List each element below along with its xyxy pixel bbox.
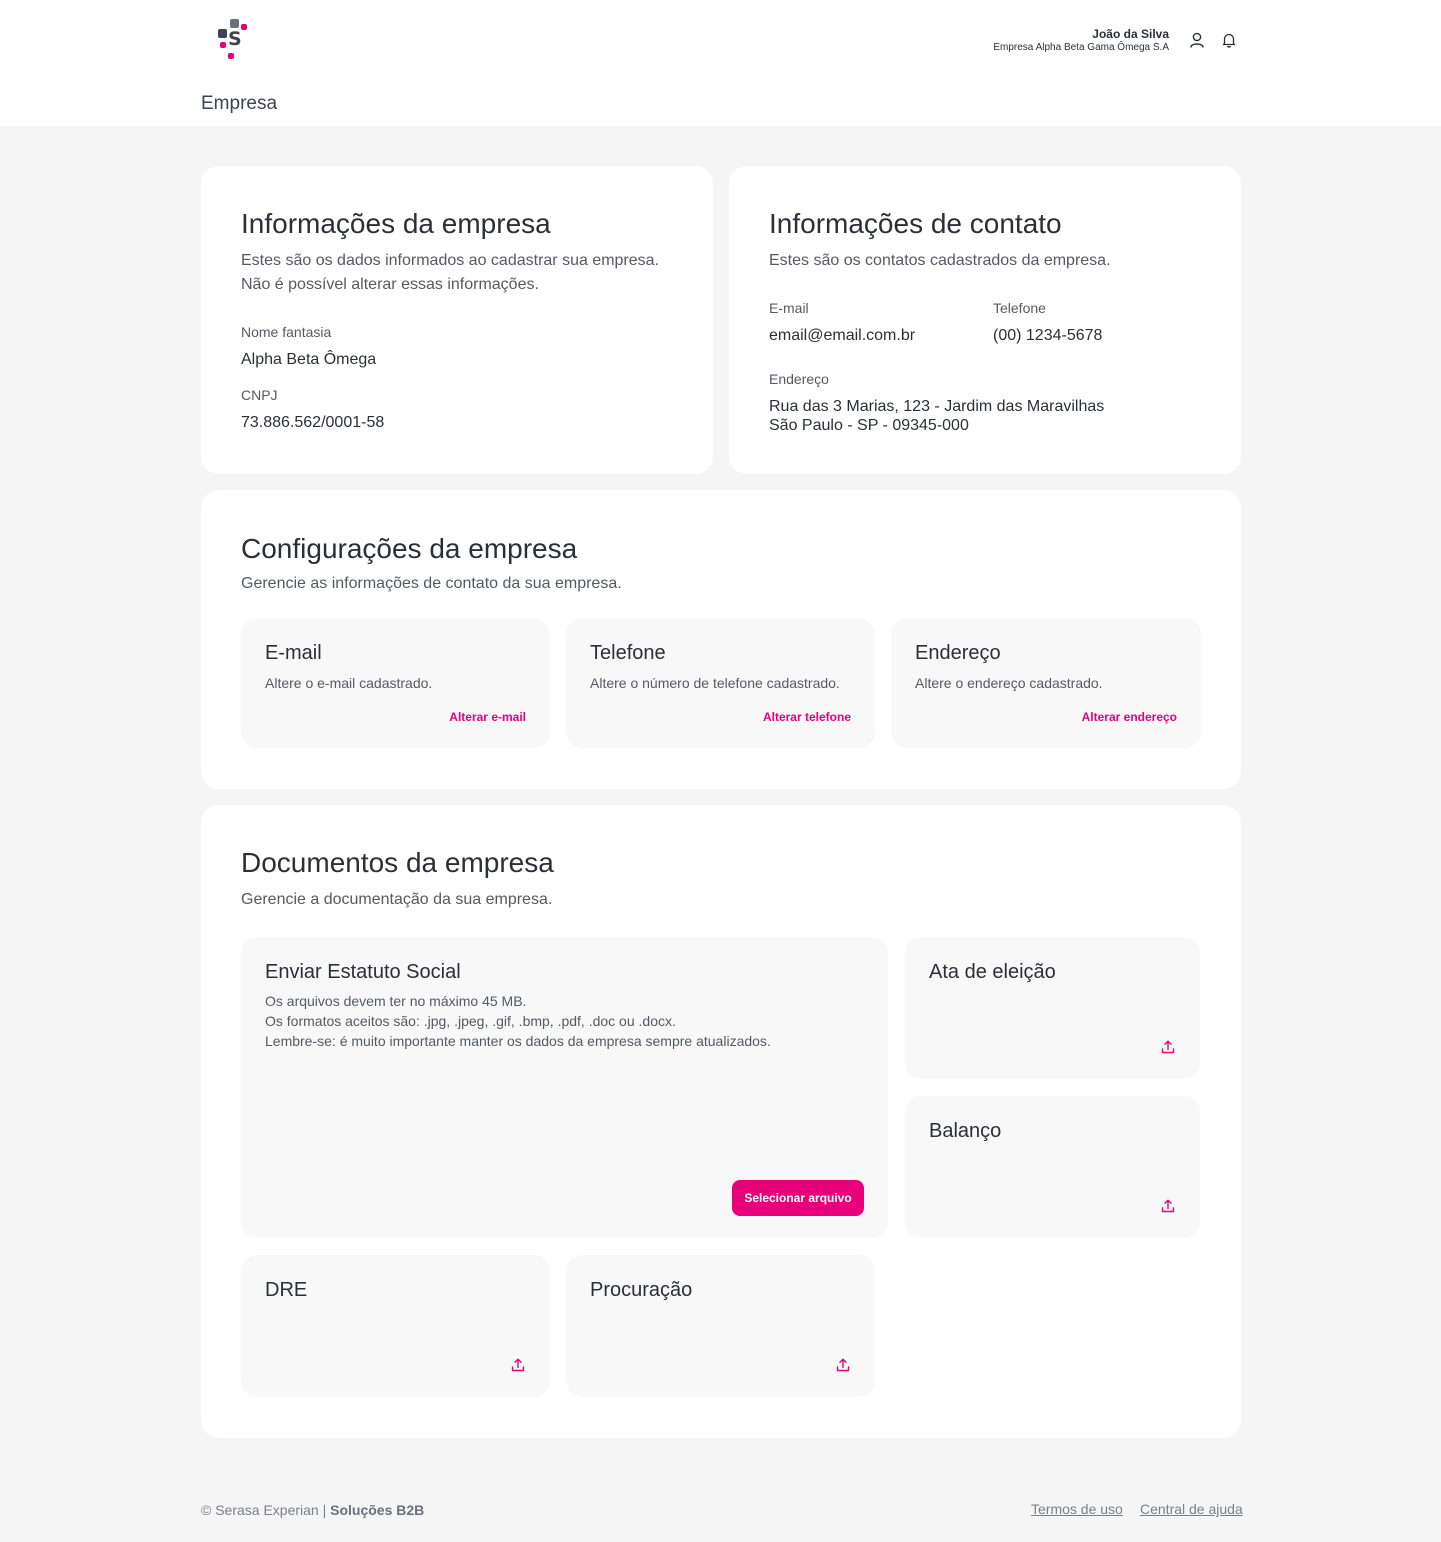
upload-icon[interactable]	[1160, 1198, 1176, 1214]
settings-phone-title: Telefone	[590, 642, 666, 664]
upload-icon[interactable]	[510, 1357, 526, 1373]
logo-square	[230, 19, 239, 28]
logo-square	[218, 29, 227, 38]
address-line-2: São Paulo - SP - 09345-000	[769, 417, 969, 434]
settings-phone-desc: Altere o número de telefone cadastrado.	[590, 675, 840, 691]
user-info: João da Silva Empresa Alpha Beta Gama Ôm…	[993, 27, 1169, 54]
footer-copyright: © Serasa Experian | Soluções B2B	[201, 1501, 424, 1519]
logo-square	[241, 24, 247, 30]
document-title-procuracao: Procuração	[590, 1279, 693, 1301]
trade-name-value: Alpha Beta Ômega	[241, 351, 377, 368]
statute-formats-note: Os formatos aceitos são: .jpg, .jpeg, .g…	[265, 1013, 676, 1029]
documents-title: Documentos da empresa	[241, 847, 554, 878]
document-card-ata: Ata de eleição	[905, 937, 1200, 1079]
user-company: Empresa Alpha Beta Gama Ômega S.A	[993, 42, 1169, 53]
email-label: E-mail	[769, 300, 809, 316]
top-header: S João da Silva Empresa Alpha Beta Gama …	[0, 0, 1441, 126]
cnpj-value: 73.886.562/0001-58	[241, 414, 385, 431]
help-center-link[interactable]: Central de ajuda	[1140, 1500, 1243, 1518]
cnpj-label: CNPJ	[241, 387, 278, 403]
settings-email-desc: Altere o e-mail cadastrado.	[265, 675, 433, 691]
user-icon[interactable]	[1188, 31, 1206, 49]
change-address-link[interactable]: Alterar endereço	[1082, 710, 1177, 724]
phone-label: Telefone	[993, 300, 1046, 316]
address-label: Endereço	[769, 371, 829, 387]
statute-upload-card: Enviar Estatuto Social Os arquivos devem…	[241, 937, 888, 1238]
settings-address-card: Endereço Altere o endereço cadastrado. A…	[891, 618, 1201, 748]
statute-title: Enviar Estatuto Social	[265, 961, 461, 983]
select-file-button[interactable]: Selecionar arquivo	[732, 1180, 864, 1216]
change-email-link[interactable]: Alterar e-mail	[449, 710, 526, 724]
contact-info-subtitle: Estes são os contatos cadastrados da emp…	[769, 252, 1111, 269]
contact-info-title: Informações de contato	[769, 208, 1062, 239]
logo-square	[220, 42, 226, 48]
contact-info-card: Informações de contato Estes são os cont…	[729, 166, 1241, 474]
logo-square	[228, 53, 234, 59]
logo-letter: S	[228, 28, 242, 50]
user-name: João da Silva	[1092, 27, 1169, 41]
upload-icon[interactable]	[835, 1357, 851, 1373]
company-info-subtitle-2: Não é possível alterar essas informações…	[241, 276, 539, 293]
email-value: email@email.com.br	[769, 327, 916, 344]
documents-subtitle: Gerencie a documentação da sua empresa.	[241, 891, 553, 908]
trade-name-label: Nome fantasia	[241, 324, 332, 340]
document-title-dre: DRE	[265, 1279, 308, 1301]
company-info-subtitle-1: Estes são os dados informados ao cadastr…	[241, 252, 659, 269]
company-settings-card: Configurações da empresa Gerencie as inf…	[201, 490, 1241, 789]
settings-address-title: Endereço	[915, 642, 1001, 664]
phone-value: (00) 1234-5678	[993, 327, 1103, 344]
footer-brand: Soluções B2B	[330, 1502, 425, 1518]
document-card-procuracao: Procuração	[566, 1255, 875, 1397]
change-phone-link[interactable]: Alterar telefone	[763, 710, 851, 724]
terms-of-use-link[interactable]: Termos de uso	[1031, 1500, 1123, 1518]
page-title: Empresa	[201, 93, 278, 114]
settings-email-card: E-mail Altere o e-mail cadastrado. Alter…	[241, 618, 550, 748]
settings-email-title: E-mail	[265, 642, 322, 664]
settings-phone-card: Telefone Altere o número de telefone cad…	[566, 618, 875, 748]
company-info-title: Informações da empresa	[241, 208, 551, 239]
upload-icon[interactable]	[1160, 1039, 1176, 1055]
bell-icon[interactable]	[1220, 31, 1238, 49]
settings-title: Configurações da empresa	[241, 533, 578, 564]
statute-size-note: Os arquivos devem ter no máximo 45 MB.	[265, 993, 527, 1009]
footer-copyright-text: © Serasa Experian |	[201, 1502, 327, 1518]
statute-reminder-note: Lembre-se: é muito importante manter os …	[265, 1033, 771, 1049]
serasa-logo[interactable]: S	[216, 18, 250, 62]
document-card-dre: DRE	[241, 1255, 550, 1397]
company-documents-card: Documentos da empresa Gerencie a documen…	[201, 805, 1241, 1438]
document-card-balanco: Balanço	[905, 1096, 1200, 1238]
settings-address-desc: Altere o endereço cadastrado.	[915, 675, 1103, 691]
company-info-card: Informações da empresa Estes são os dado…	[201, 166, 713, 474]
settings-subtitle: Gerencie as informações de contato da su…	[241, 575, 622, 592]
address-line-1: Rua das 3 Marias, 123 - Jardim das Marav…	[769, 398, 1105, 415]
document-title-ata: Ata de eleição	[929, 961, 1056, 983]
document-title-balanco: Balanço	[929, 1120, 1002, 1142]
